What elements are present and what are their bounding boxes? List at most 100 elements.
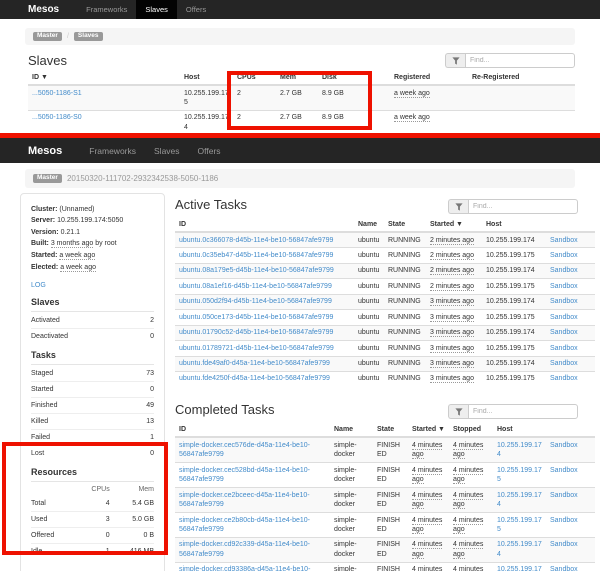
task-id-link[interactable]: ubuntu.01790c52-d45b-11e4-be10-56847afe9…	[175, 325, 354, 340]
sandbox-link[interactable]: Sandbox	[546, 294, 595, 309]
task-host: 10.255.199.174	[482, 263, 546, 278]
find-input[interactable]	[468, 404, 578, 419]
stat-label: Staged	[31, 366, 117, 382]
task-host[interactable]: 10.255.199.175	[493, 513, 546, 538]
task-name: ubuntu	[354, 294, 384, 309]
resource-mem: 416 MB	[110, 544, 154, 560]
task-state: RUNNING	[384, 279, 426, 294]
task-stopped: 4 minutes ago	[449, 562, 493, 571]
column-header[interactable]: State	[384, 218, 426, 232]
mesos-brand[interactable]: Mesos	[28, 138, 62, 163]
column-header[interactable]: ID	[175, 218, 354, 232]
server-info: Server: 10.255.199.174:5050	[31, 216, 154, 226]
find-input[interactable]	[468, 199, 578, 214]
task-id-link[interactable]: ubuntu.0c366078-d45b-11e4-be10-56847afe9…	[175, 232, 354, 248]
sandbox-link[interactable]: Sandbox	[546, 310, 595, 325]
slaves-badge[interactable]: Slaves	[74, 32, 103, 42]
find-group	[445, 53, 575, 68]
sidebar-tasks-table: Staged73Started0Finished49Killed13Failed…	[31, 366, 154, 461]
sandbox-link[interactable]: Sandbox	[546, 562, 595, 571]
sandbox-link[interactable]: Sandbox	[546, 263, 595, 278]
task-name: simple-docker	[330, 463, 373, 488]
find-input[interactable]	[465, 53, 575, 68]
task-id-link[interactable]: simple-docker.cec576de-d45a-11e4-be10-56…	[175, 437, 330, 462]
nav-frameworks[interactable]: Frameworks	[77, 0, 136, 19]
column-header[interactable]: ID ▼	[28, 71, 180, 85]
column-header[interactable]: Name	[354, 218, 384, 232]
task-id-link[interactable]: ubuntu.08a179e5-d45b-11e4-be10-56847afe9…	[175, 263, 354, 278]
log-link[interactable]: LOG	[31, 282, 46, 289]
sandbox-link[interactable]: Sandbox	[546, 513, 595, 538]
sandbox-link[interactable]: Sandbox	[546, 279, 595, 294]
master-badge[interactable]: Master	[33, 32, 62, 42]
task-host[interactable]: 10.255.199.174	[493, 488, 546, 513]
task-host[interactable]: 10.255.199.175	[493, 562, 546, 571]
column-header[interactable]	[546, 218, 595, 232]
column-header[interactable]: State	[373, 423, 408, 437]
task-state: FINISHED	[373, 513, 408, 538]
task-id-link[interactable]: simple-docker.cec528bd-d45a-11e4-be10-56…	[175, 463, 330, 488]
sandbox-link[interactable]: Sandbox	[546, 325, 595, 340]
task-id-link[interactable]: simple-docker.ce2b80cb-d45a-11e4-be10-56…	[175, 513, 330, 538]
task-id-link[interactable]: ubuntu.050ce173-d45b-11e4-be10-56847afe9…	[175, 310, 354, 325]
sandbox-link[interactable]: Sandbox	[546, 537, 595, 562]
mesos-brand[interactable]: Mesos	[28, 0, 59, 19]
task-name: ubuntu	[354, 356, 384, 371]
column-header[interactable]: Registered	[390, 71, 468, 85]
task-id-link[interactable]: simple-docker.cd92c339-d45a-11e4-be10-56…	[175, 537, 330, 562]
slave-host: 10.255.199.175	[180, 85, 233, 110]
nav-slaves[interactable]: Slaves	[145, 138, 189, 163]
task-name: ubuntu	[354, 371, 384, 386]
column-header[interactable]: Started ▼	[408, 423, 449, 437]
task-started: 4 minutes ago	[408, 537, 449, 562]
nav-offers[interactable]: Offers	[189, 138, 230, 163]
sandbox-link[interactable]: Sandbox	[546, 437, 595, 462]
sidebar-resources-table: CPUs Mem Total45.4 GBUsed35.0 GBOffered0…	[31, 483, 154, 559]
sandbox-link[interactable]: Sandbox	[546, 463, 595, 488]
column-header[interactable]: Host	[180, 71, 233, 85]
task-host[interactable]: 10.255.199.175	[493, 463, 546, 488]
nav-offers[interactable]: Offers	[177, 0, 215, 19]
column-header[interactable]: Disk	[318, 71, 390, 85]
task-id-link[interactable]: simple-docker.cd93386a-d45a-11e4-be10-56…	[175, 562, 330, 571]
master-badge[interactable]: Master	[33, 174, 62, 184]
nav-slaves[interactable]: Slaves	[136, 0, 177, 19]
slave-id-link[interactable]: ...5050-1186-S0	[28, 110, 180, 133]
stat-label: Lost	[31, 446, 117, 462]
resource-label: Total	[31, 496, 80, 512]
table-row: ubuntu.fde49af0-d45a-11e4-be10-56847afe9…	[175, 356, 595, 371]
column-header[interactable]: Re-Registered	[468, 71, 575, 85]
column-header[interactable]: Name	[330, 423, 373, 437]
sandbox-link[interactable]: Sandbox	[546, 248, 595, 263]
sandbox-link[interactable]: Sandbox	[546, 371, 595, 386]
task-id-link[interactable]: simple-docker.ce2bceec-d45a-11e4-be10-56…	[175, 488, 330, 513]
task-host[interactable]: 10.255.199.174	[493, 537, 546, 562]
task-stopped: 4 minutes ago	[449, 488, 493, 513]
column-header[interactable]: Host	[482, 218, 546, 232]
sandbox-link[interactable]: Sandbox	[546, 488, 595, 513]
task-id-link[interactable]: ubuntu.fde49af0-d45a-11e4-be10-56847afe9…	[175, 356, 354, 371]
resources-cpus-header: CPUs	[80, 483, 110, 496]
task-id-link[interactable]: ubuntu.08a1ef16-d45b-11e4-be10-56847afe9…	[175, 279, 354, 294]
slave-id-link[interactable]: ...5050-1186-S1	[28, 85, 180, 110]
nav-frameworks[interactable]: Frameworks	[80, 138, 145, 163]
sandbox-link[interactable]: Sandbox	[546, 341, 595, 356]
task-host[interactable]: 10.255.199.174	[493, 437, 546, 462]
sandbox-link[interactable]: Sandbox	[546, 232, 595, 248]
column-header[interactable]: Mem	[276, 71, 318, 85]
task-name: ubuntu	[354, 263, 384, 278]
task-id-link[interactable]: ubuntu.fde4250f-d45a-11e4-be10-56847afe9…	[175, 371, 354, 386]
task-id-link[interactable]: ubuntu.01789721-d45b-11e4-be10-56847afe9…	[175, 341, 354, 356]
column-header[interactable]: Started ▼	[426, 218, 482, 232]
column-header[interactable]: Stopped	[449, 423, 493, 437]
task-name: ubuntu	[354, 310, 384, 325]
column-header[interactable]	[546, 423, 595, 437]
column-header[interactable]: CPUs	[233, 71, 276, 85]
column-header[interactable]: Host	[493, 423, 546, 437]
task-id-link[interactable]: ubuntu.0c35eb47-d45b-11e4-be10-56847afe9…	[175, 248, 354, 263]
task-id-link[interactable]: ubuntu.050d2f94-d45b-11e4-be10-56847afe9…	[175, 294, 354, 309]
task-state: RUNNING	[384, 341, 426, 356]
column-header[interactable]: ID	[175, 423, 330, 437]
sandbox-link[interactable]: Sandbox	[546, 356, 595, 371]
resource-label: Offered	[31, 528, 80, 544]
